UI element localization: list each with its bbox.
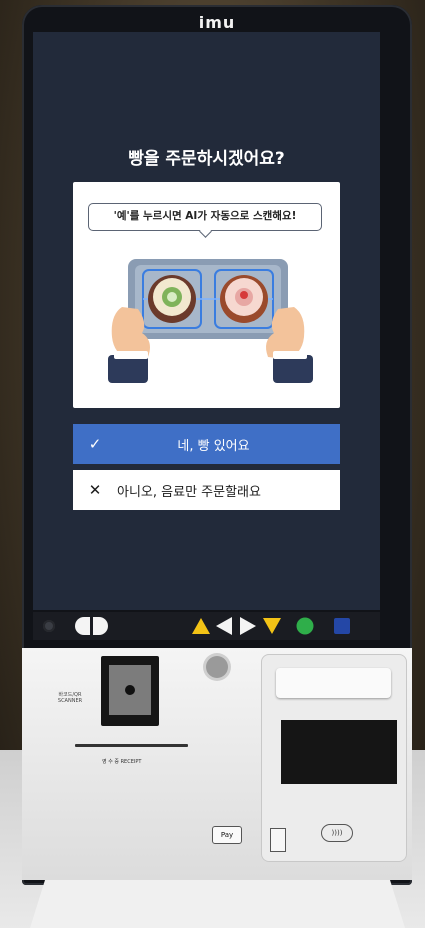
check-icon: ✓ [88, 435, 102, 453]
control-strip [33, 612, 380, 640]
green-circle-icon[interactable] [295, 616, 315, 636]
no-drinks-only-label: 아니오, 음료만 주문할래요 [117, 484, 261, 500]
speaker-knob [206, 656, 228, 678]
speech-bubble: '예'를 누르시면 AI가 자동으로 스캔해요! [88, 203, 322, 231]
yes-bread-button[interactable]: ✓ 네, 빵 있어요 [73, 424, 340, 464]
nfc-icon[interactable]: )))) [321, 824, 353, 842]
applepay-icon: Pay [212, 826, 242, 844]
camera-icon [43, 620, 55, 632]
arrow-right-icon[interactable] [238, 616, 258, 636]
half-circle-right-icon[interactable] [93, 617, 108, 635]
arrow-up-icon[interactable] [191, 616, 211, 636]
scanner-lens [125, 685, 135, 695]
order-question: 빵을 주문하시겠어요? [128, 149, 285, 169]
arrow-left-icon[interactable] [214, 616, 234, 636]
close-icon: ✕ [88, 481, 102, 499]
barcode-scanner-label: 바코드/QR SCANNER [57, 692, 83, 704]
half-circle-left-icon[interactable] [75, 617, 90, 635]
kiosk-stand [30, 880, 405, 928]
no-drinks-only-button[interactable]: ✕ 아니오, 음료만 주문할래요 [73, 470, 340, 510]
blue-square-icon[interactable] [332, 616, 352, 636]
tray-illustration [108, 259, 313, 383]
scanner-window [109, 665, 151, 715]
barcode-scanner[interactable] [101, 656, 159, 726]
instruction-card: '예'를 누르시면 AI가 자동으로 스캔해요! [73, 182, 340, 408]
card-printer [276, 668, 391, 698]
receipt-label: 영 수 증 RECEIPT [102, 759, 142, 765]
yes-bread-label: 네, 빵 있어요 [177, 438, 250, 454]
payment-screen [281, 720, 397, 784]
receipt-slot[interactable] [75, 744, 188, 747]
kiosk-lower-panel: 바코드/QR SCANNER 영 수 증 RECEIPT )))) Pay [22, 648, 412, 880]
brand-logo: imu [198, 13, 236, 32]
card-slot-icon[interactable] [270, 828, 286, 852]
arrow-down-icon[interactable] [262, 616, 282, 636]
kiosk-screen: 빵을 주문하시겠어요? '예'를 누르시면 AI가 자동으로 스캔해요! ✓ 네… [33, 32, 380, 610]
